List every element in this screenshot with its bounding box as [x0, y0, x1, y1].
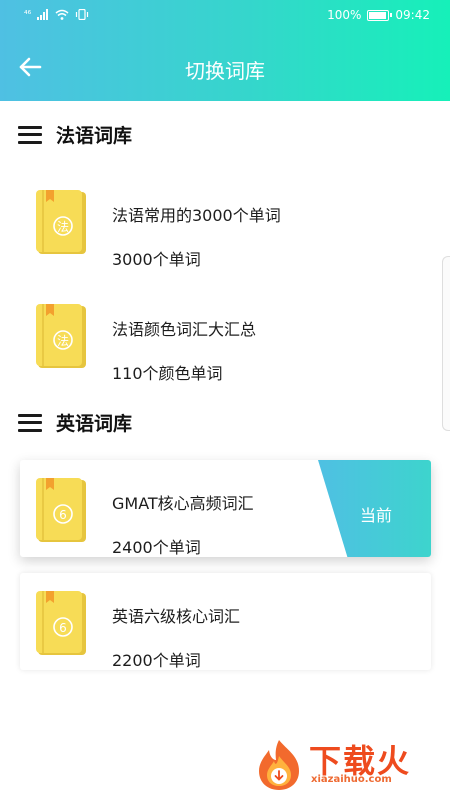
wordbook-count: 2200个单词 — [112, 651, 201, 670]
wordbook-count: 110个颜色单词 — [112, 364, 223, 383]
wordbook-item[interactable]: 法 法语颜色词汇大汇总 110个颜色单词 — [20, 286, 431, 383]
book-icon: 法 — [36, 190, 86, 254]
section-header-french: 法语词库 — [18, 121, 132, 148]
edge-scroll-handle[interactable] — [442, 256, 450, 431]
book-badge: 6 — [59, 621, 67, 635]
book-badge: 法 — [57, 220, 69, 234]
wordbook-count: 2400个单词 — [112, 538, 201, 557]
wifi-icon — [55, 9, 69, 20]
book-icon: 法 — [36, 304, 86, 368]
wordbook-item[interactable]: 法 法语常用的3000个单词 3000个单词 — [20, 172, 431, 269]
menu-icon — [18, 413, 42, 432]
wordbook-name: 法语常用的3000个单词 — [112, 206, 281, 225]
current-label: 当前 — [359, 506, 392, 525]
watermark-url: xiazaihuo.com — [311, 774, 392, 785]
wordbook-name: 法语颜色词汇大汇总 — [112, 320, 257, 339]
wordbook-name: 英语六级核心词汇 — [112, 607, 241, 626]
wordbook-count: 3000个单词 — [112, 250, 201, 269]
battery-percent: 100% — [327, 8, 362, 22]
book-icon: 6 — [36, 591, 86, 655]
cellular-signal-icon: ⁴⁶ — [24, 9, 32, 20]
book-icon: 6 — [36, 478, 86, 542]
book-badge: 6 — [59, 508, 67, 522]
section-header-english: 英语词库 — [18, 409, 132, 436]
signal-bars-icon — [37, 9, 49, 20]
status-bar: ⁴⁶ 100% 09:42 — [0, 0, 450, 32]
vibrate-icon — [76, 9, 89, 20]
clock: 09:42 — [395, 8, 430, 22]
app-header: ⁴⁶ 100% 09:42 切换词库 — [0, 0, 450, 101]
page-title: 切换词库 — [185, 59, 265, 83]
section-title: 英语词库 — [56, 413, 133, 435]
wordbook-name: GMAT核心高频词汇 — [112, 494, 254, 513]
watermark-logo: 下载火 xiazaihuo.com — [253, 736, 438, 792]
section-title: 法语词库 — [56, 125, 133, 147]
wordbook-item-current[interactable]: 6 GMAT核心高频词汇 2400个单词 当前 — [20, 460, 431, 557]
flame-logo-icon — [259, 740, 299, 790]
wordbook-item[interactable]: 6 英语六级核心词汇 2200个单词 — [20, 573, 431, 670]
book-badge: 法 — [57, 334, 69, 348]
battery-icon — [367, 9, 393, 21]
menu-icon — [18, 125, 42, 144]
